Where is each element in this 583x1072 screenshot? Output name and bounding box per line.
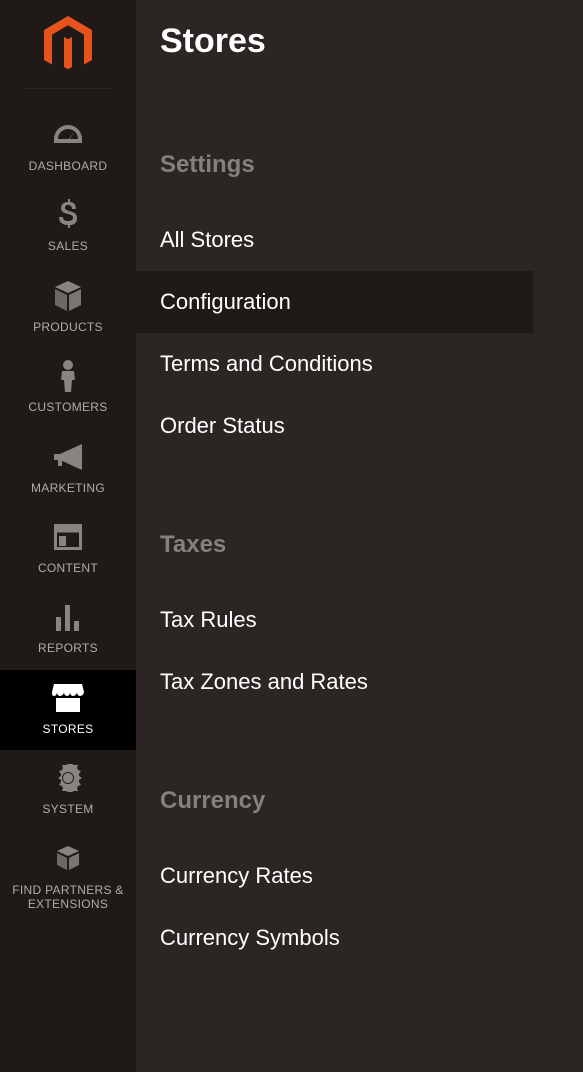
menu-link-order-status[interactable]: Order Status: [160, 395, 583, 457]
sidebar-item-label: STORES: [39, 722, 98, 736]
storefront-icon: [52, 682, 84, 714]
menu-link-tax-rules[interactable]: Tax Rules: [160, 589, 583, 651]
sidebar-item-products[interactable]: PRODUCTS: [0, 268, 136, 348]
sidebar-item-content[interactable]: CONTENT: [0, 509, 136, 589]
sidebar-item-label: PRODUCTS: [29, 320, 107, 334]
sidebar-item-marketing[interactable]: MARKETING: [0, 429, 136, 509]
section-gap: [160, 457, 583, 531]
sidebar-item-reports[interactable]: REPORTS: [0, 589, 136, 669]
menu-link-terms-and-conditions[interactable]: Terms and Conditions: [160, 333, 583, 395]
section-heading-settings: Settings: [160, 151, 583, 179]
menu-link-currency-rates[interactable]: Currency Rates: [160, 845, 583, 907]
bar-chart-icon: [52, 601, 84, 633]
logo[interactable]: [0, 16, 136, 88]
gauge-icon: [52, 119, 84, 151]
layout-icon: [52, 521, 84, 553]
sidebar-divider: [25, 88, 111, 89]
sidebar-item-label: CONTENT: [34, 561, 102, 575]
person-icon: [52, 360, 84, 392]
puzzle-icon: [52, 843, 84, 875]
sidebar-item-dashboard[interactable]: DASHBOARD: [0, 107, 136, 187]
dollar-icon: [52, 199, 84, 231]
admin-sidebar: DASHBOARD SALES PRODUCTS CUSTOME: [0, 0, 136, 1072]
stores-flyout-panel: Stores Settings All Stores Configuration…: [136, 0, 583, 1072]
box-icon: [52, 280, 84, 312]
section-gap: [160, 713, 583, 787]
flyout-title: Stores: [160, 22, 583, 61]
menu-link-currency-symbols[interactable]: Currency Symbols: [160, 907, 583, 969]
sidebar-item-label: REPORTS: [34, 641, 102, 655]
section-heading-currency: Currency: [160, 787, 583, 815]
sidebar-item-label: CUSTOMERS: [24, 400, 111, 414]
sidebar-item-find-partners[interactable]: FIND PARTNERS & EXTENSIONS: [0, 831, 136, 926]
sidebar-item-label: MARKETING: [27, 481, 109, 495]
menu-link-tax-zones-rates[interactable]: Tax Zones and Rates: [160, 651, 583, 713]
gear-icon: [52, 762, 84, 794]
sidebar-item-sales[interactable]: SALES: [0, 187, 136, 267]
sidebar-item-system[interactable]: SYSTEM: [0, 750, 136, 830]
section-heading-taxes: Taxes: [160, 531, 583, 559]
magento-logo-icon: [42, 16, 94, 74]
sidebar-item-label: SYSTEM: [38, 802, 97, 816]
sidebar-item-label: DASHBOARD: [25, 159, 112, 173]
menu-link-configuration[interactable]: Configuration: [136, 271, 533, 333]
sidebar-item-label: FIND PARTNERS & EXTENSIONS: [0, 883, 136, 912]
sidebar-item-stores[interactable]: STORES: [0, 670, 136, 750]
menu-link-all-stores[interactable]: All Stores: [160, 209, 583, 271]
sidebar-item-customers[interactable]: CUSTOMERS: [0, 348, 136, 428]
sidebar-item-label: SALES: [44, 239, 92, 253]
megaphone-icon: [52, 441, 84, 473]
